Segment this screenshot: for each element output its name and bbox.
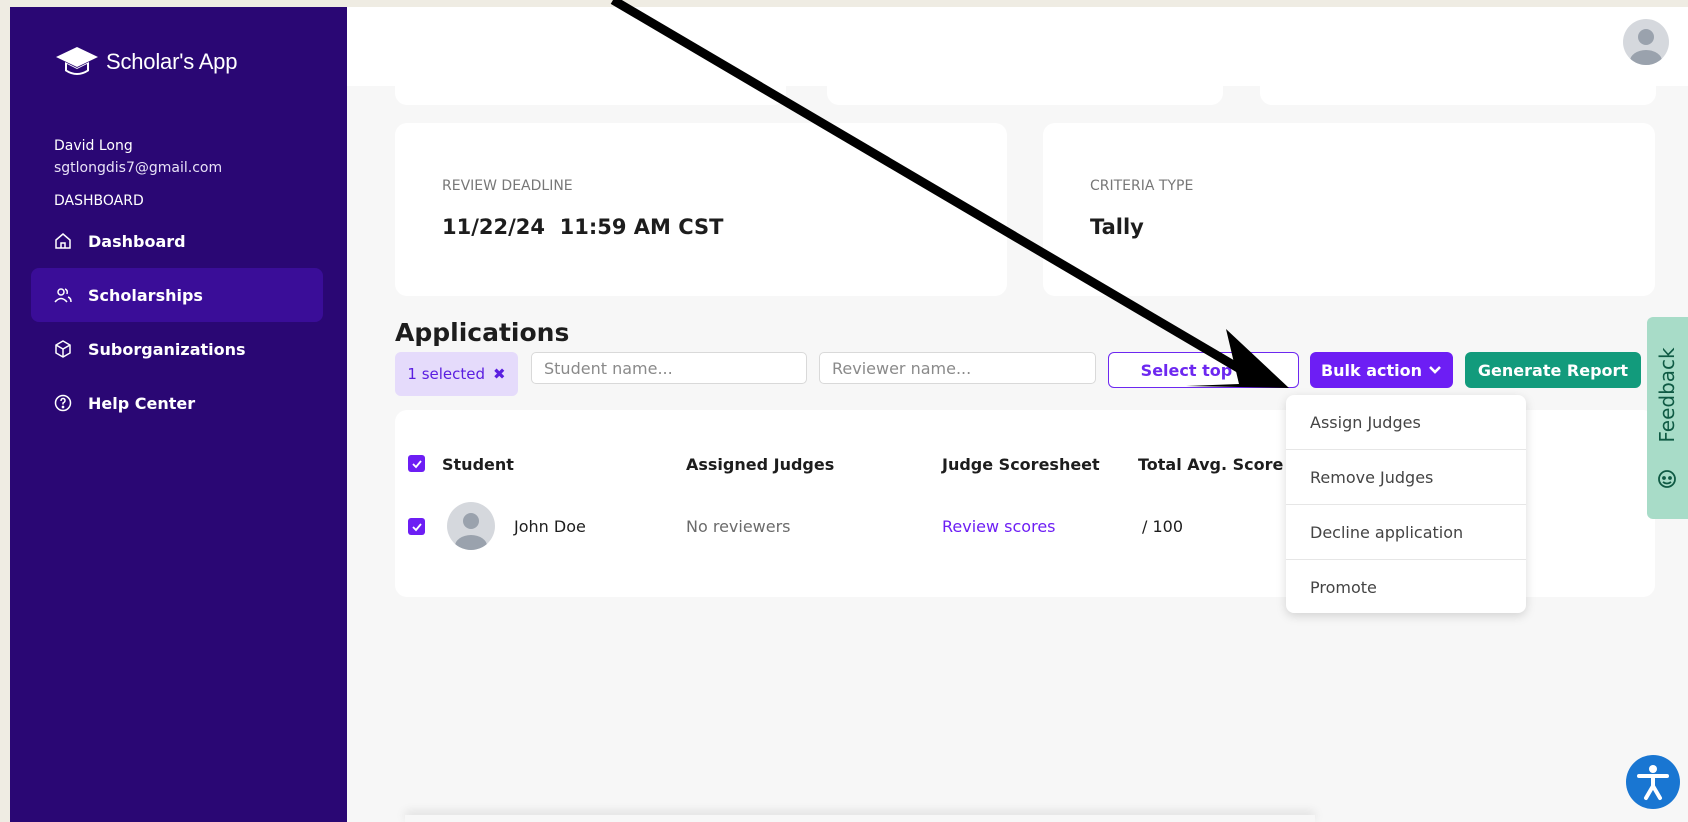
graduation-cap-icon	[56, 47, 98, 75]
feedback-icon	[1658, 470, 1676, 488]
cube-icon	[52, 338, 74, 360]
review-deadline-card: REVIEW DEADLINE 11/22/24 11:59 AM CST	[395, 123, 1007, 296]
help-circle-icon	[52, 392, 74, 414]
check-icon	[411, 459, 422, 468]
sidebar-item-suborganizations[interactable]: Suborganizations	[31, 322, 323, 376]
sidebar: Scholar's App David Long sgtlongdis7@gma…	[10, 7, 347, 822]
card-label: CRITERIA TYPE	[1090, 178, 1194, 194]
button-label: Bulk action	[1320, 360, 1423, 380]
stat-card-partial	[827, 79, 1223, 105]
app-name: Scholar's App	[106, 49, 238, 74]
sidebar-item-label: Suborganizations	[88, 339, 246, 359]
total-avg-score-value: / 100	[1142, 517, 1184, 536]
feedback-tab[interactable]: Feedback	[1647, 317, 1688, 519]
bottom-panel	[405, 815, 1315, 822]
accessibility-button[interactable]	[1626, 755, 1680, 809]
menu-item-assign-judges[interactable]: Assign Judges	[1286, 395, 1526, 449]
check-icon	[411, 522, 422, 531]
criteria-type-card: CRITERIA TYPE Tally	[1043, 123, 1655, 296]
row-checkbox[interactable]	[408, 518, 425, 535]
student-name[interactable]: John Doe	[514, 517, 586, 536]
menu-item-promote[interactable]: Promote	[1286, 560, 1526, 614]
reviewer-search-input[interactable]	[819, 352, 1096, 384]
column-header-assigned-judges: Assigned Judges	[686, 455, 835, 474]
app-logo[interactable]: Scholar's App	[54, 43, 237, 81]
user-avatar[interactable]	[1623, 19, 1669, 65]
generate-report-button[interactable]: Generate Report	[1465, 352, 1641, 388]
sidebar-item-help-center[interactable]: Help Center	[31, 376, 323, 430]
review-scores-link[interactable]: Review scores	[942, 517, 1056, 536]
button-label: Generate Report	[1477, 360, 1629, 380]
home-icon	[52, 230, 74, 252]
sidebar-item-label: Help Center	[88, 393, 196, 413]
column-header-student: Student	[442, 455, 514, 474]
stat-card-partial	[395, 79, 786, 105]
column-header-judge-scoresheet: Judge Scoresheet	[942, 455, 1100, 474]
column-header-total-avg-score: Total Avg. Score	[1138, 455, 1284, 474]
student-avatar	[447, 502, 495, 550]
sidebar-item-dashboard[interactable]: Dashboard	[31, 214, 323, 268]
user-email: sgtlongdis7@gmail.com	[54, 160, 223, 176]
person-icon	[455, 513, 487, 550]
button-label: Select top stu	[1140, 360, 1267, 380]
selected-chip[interactable]: 1 selected ✖	[395, 352, 518, 396]
chevron-down-icon	[1429, 366, 1441, 374]
top-bar	[347, 7, 1688, 86]
users-icon	[52, 284, 74, 306]
select-all-checkbox[interactable]	[408, 455, 425, 472]
applications-title: Applications	[395, 318, 570, 347]
user-name: David Long	[54, 138, 133, 154]
card-value: 11/22/24 11:59 AM CST	[442, 215, 724, 239]
person-icon	[1630, 29, 1662, 65]
select-top-students-button[interactable]: Select top stu	[1108, 352, 1299, 388]
selected-count: 1 selected	[407, 365, 486, 383]
menu-item-remove-judges[interactable]: Remove Judges	[1286, 450, 1526, 504]
student-search-input[interactable]	[531, 352, 807, 384]
card-label: REVIEW DEADLINE	[442, 178, 573, 194]
stat-card-partial	[1260, 79, 1656, 105]
bulk-action-button[interactable]: Bulk action	[1310, 352, 1453, 388]
sidebar-item-label: Scholarships	[88, 285, 203, 305]
accessibility-icon	[1637, 765, 1669, 800]
sidebar-item-label: Dashboard	[88, 231, 186, 251]
bulk-action-menu: Assign Judges Remove Judges Decline appl…	[1286, 395, 1526, 613]
card-value: Tally	[1090, 215, 1144, 239]
close-icon[interactable]: ✖	[493, 365, 506, 383]
assigned-judges-value: No reviewers	[686, 517, 791, 536]
sidebar-item-scholarships[interactable]: Scholarships	[31, 268, 323, 322]
menu-item-decline-application[interactable]: Decline application	[1286, 505, 1526, 559]
feedback-label: Feedback	[1655, 347, 1679, 443]
sidebar-section-label: DASHBOARD	[54, 193, 144, 209]
